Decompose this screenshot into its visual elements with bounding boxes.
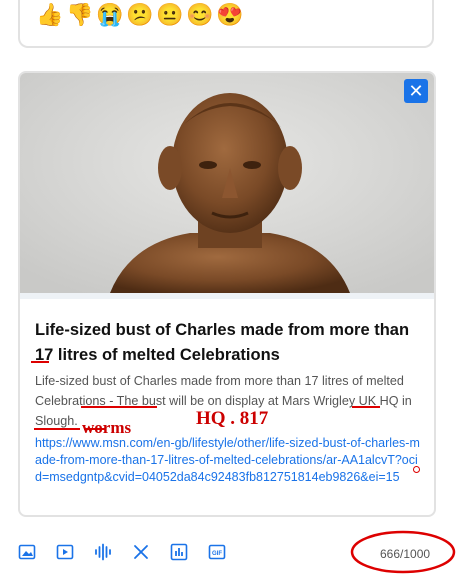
svg-text:GIF: GIF: [212, 551, 222, 557]
annotation-hq: HQ . 817: [196, 408, 269, 429]
crying-icon[interactable]: 😭: [96, 2, 123, 28]
thumbs-up-icon[interactable]: 👍: [36, 2, 63, 28]
close-preview-button[interactable]: ✕: [404, 79, 428, 103]
annotation-underline: [31, 361, 49, 363]
preview-url[interactable]: https://www.msn.com/en-gb/lifestyle/othe…: [35, 435, 420, 486]
annotation-worms: worms: [82, 418, 132, 437]
video-icon[interactable]: [56, 543, 74, 561]
heart-eyes-icon[interactable]: 😍: [216, 2, 243, 28]
preview-image: ✕: [20, 73, 434, 293]
compose-toolbar: GIF: [18, 543, 226, 561]
divider: [20, 293, 434, 299]
annotation-underline: [81, 406, 157, 408]
annotation-underline: [352, 406, 380, 408]
thumbs-down-icon[interactable]: 👎: [66, 2, 93, 28]
bust-illustration: [20, 73, 434, 293]
preview-title: Life-sized bust of Charles made from mor…: [35, 321, 410, 364]
audio-icon[interactable]: [94, 543, 112, 561]
close-icon[interactable]: [132, 543, 150, 561]
neutral-icon[interactable]: 😐: [156, 2, 183, 28]
gif-icon[interactable]: GIF: [208, 543, 226, 561]
smiling-icon[interactable]: 😊: [186, 2, 213, 28]
link-preview-card: ✕ Life-sized bust of Charles made from m…: [18, 71, 436, 517]
reaction-row: 👍 👎 😭 😕 😐 😊 😍: [36, 2, 243, 28]
confused-icon[interactable]: 😕: [126, 2, 153, 28]
image-icon[interactable]: [18, 543, 36, 561]
annotation-underline: [34, 428, 80, 430]
annotation-dot: [413, 466, 420, 473]
annotation-circle: [350, 530, 456, 574]
reaction-card: 👍 👎 😭 😕 😐 😊 😍: [18, 0, 434, 48]
chart-icon[interactable]: [170, 543, 188, 561]
